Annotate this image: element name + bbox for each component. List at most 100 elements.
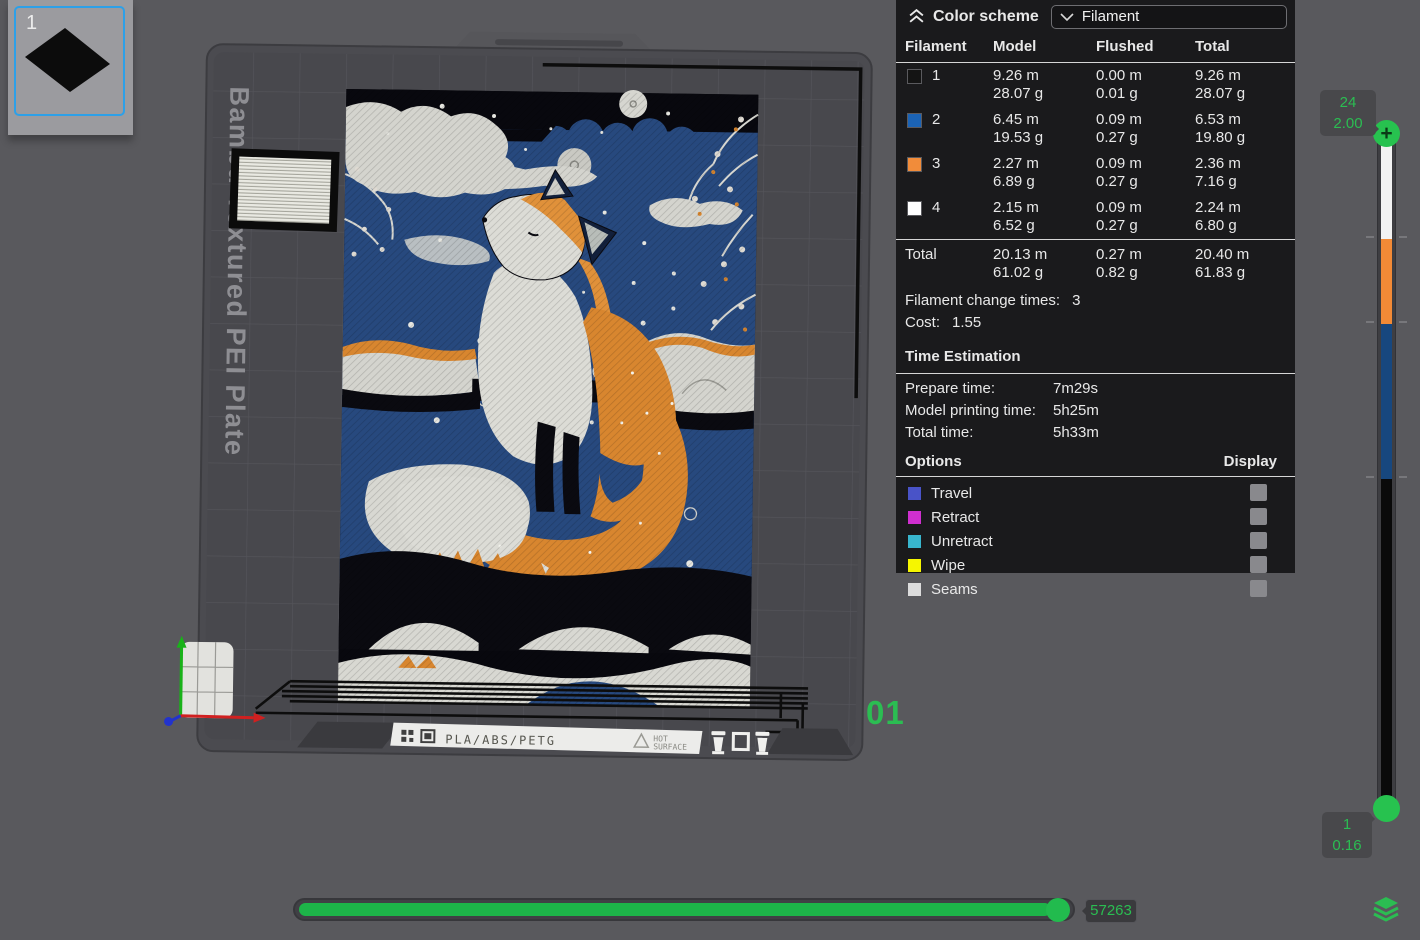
flushed-length: 0.00 m: [1096, 67, 1195, 85]
filament-swatch: [907, 157, 922, 172]
table-row: 4 2.15 m6.52 g 0.09 m0.27 g 2.24 m6.80 g: [896, 195, 1295, 239]
hot-label-2: SURFACE: [653, 742, 687, 751]
flushed-weight: 0.27 g: [1096, 129, 1195, 147]
option-row-seams: Seams: [896, 577, 1295, 601]
total-length: 2.24 m: [1195, 199, 1295, 217]
options-title: Options: [905, 453, 962, 470]
model-length: 2.27 m: [993, 155, 1096, 173]
display-checkbox[interactable]: [1250, 508, 1267, 525]
total-length: 6.53 m: [1195, 111, 1295, 129]
table-total-row: Total 20.13 m61.02 g 0.27 m0.82 g 20.40 …: [896, 239, 1295, 286]
sliced-model-artwork: [338, 86, 759, 707]
total-weight: 19.80 g: [1195, 129, 1295, 147]
top-layer-height: 2.00: [1324, 113, 1372, 134]
flushed-weight: 0.82 g: [1096, 264, 1195, 282]
total-weight: 6.80 g: [1195, 217, 1295, 235]
move-slider-fill: [299, 903, 1051, 916]
filament-change-value: 3: [1072, 290, 1080, 312]
plate-thumbnail[interactable]: 1: [8, 0, 133, 135]
travel-swatch: [908, 487, 921, 500]
model-length: 6.45 m: [993, 111, 1096, 129]
display-checkbox[interactable]: [1250, 556, 1267, 573]
layer-slider-track[interactable]: [1377, 127, 1396, 815]
top-layer-number: 24: [1324, 92, 1372, 113]
move-slider-track[interactable]: [293, 898, 1075, 921]
filament-id: 3: [932, 155, 940, 173]
total-length: 2.36 m: [1195, 155, 1295, 173]
seams-swatch: [908, 583, 921, 596]
bottom-layer-tooltip: 1 0.16: [1322, 812, 1372, 858]
model-weight: 6.89 g: [993, 173, 1096, 191]
display-checkbox[interactable]: [1250, 484, 1267, 501]
view-mode-dropdown[interactable]: Filament: [1051, 5, 1287, 29]
option-row-unretract: Unretract: [896, 529, 1295, 553]
prime-tower: [233, 152, 335, 227]
option-row-retract: Retract: [896, 505, 1295, 529]
filament-table: Filament Model Flushed Total 1 9.26 m28.…: [896, 33, 1295, 286]
display-checkbox[interactable]: [1250, 532, 1267, 549]
total-weight: 61.83 g: [1195, 264, 1295, 282]
total-time-label: Total time:: [905, 422, 1053, 444]
move-value-box[interactable]: 57263: [1085, 899, 1137, 923]
plate-number-label: 01: [866, 694, 905, 732]
plate-thumbnail-number: 1: [26, 12, 37, 35]
model-length: 20.13 m: [993, 246, 1096, 264]
filament-swatch: [907, 69, 922, 84]
flushed-weight: 0.01 g: [1096, 85, 1195, 103]
top-layer-tooltip: 24 2.00: [1320, 90, 1376, 136]
total-time-value: 5h33m: [1053, 422, 1295, 444]
model-weight: 19.53 g: [993, 129, 1096, 147]
model-weight: 61.02 g: [993, 264, 1096, 282]
model-length: 9.26 m: [993, 67, 1096, 85]
flushed-weight: 0.27 g: [1096, 173, 1195, 191]
color-scheme-panel: Color scheme Filament Filament Model Flu…: [896, 0, 1295, 573]
table-row: 2 6.45 m19.53 g 0.09 m0.27 g 6.53 m19.80…: [896, 107, 1295, 151]
surface-material-label: PLA/ABS/PETG: [445, 732, 556, 748]
display-checkbox[interactable]: [1250, 580, 1267, 597]
bottom-layer-height: 0.16: [1326, 835, 1368, 856]
dropdown-chevron-icon: [1060, 12, 1074, 22]
bottom-layer-number: 1: [1326, 814, 1368, 835]
model-printing-time-label: Model printing time:: [905, 400, 1053, 422]
total-length: 9.26 m: [1195, 67, 1295, 85]
seams-label: Seams: [931, 581, 978, 598]
option-row-travel: Travel: [896, 481, 1295, 505]
travel-label: Travel: [931, 485, 972, 502]
filament-change-label: Filament change times:: [905, 290, 1060, 312]
prepare-time-label: Prepare time:: [905, 378, 1053, 400]
filament-id: 2: [932, 111, 940, 129]
col-header-total: Total: [1195, 38, 1295, 56]
unretract-swatch: [908, 535, 921, 548]
cost-label: Cost:: [905, 312, 940, 334]
flushed-length: 0.09 m: [1096, 155, 1195, 173]
col-header-flushed: Flushed: [1096, 38, 1195, 56]
collapse-icon[interactable]: [908, 9, 925, 24]
build-plate: Bambu Textured PEI Plate: [164, 28, 873, 761]
filament-id: 1: [932, 67, 940, 85]
display-header: Display: [1224, 453, 1277, 470]
total-weight: 28.07 g: [1195, 85, 1295, 103]
panel-title: Color scheme: [933, 8, 1039, 26]
col-header-model: Model: [993, 38, 1096, 56]
table-row: 3 2.27 m6.89 g 0.09 m0.27 g 2.36 m7.16 g: [896, 151, 1295, 195]
retract-swatch: [908, 511, 921, 524]
calibration-pad: [180, 642, 234, 719]
filament-swatch: [907, 113, 922, 128]
table-row: 1 9.26 m28.07 g 0.00 m0.01 g 9.26 m28.07…: [896, 63, 1295, 107]
wipe-label: Wipe: [931, 557, 965, 574]
move-slider-handle[interactable]: [1046, 898, 1070, 922]
filament-id: 4: [932, 199, 940, 217]
layers-icon[interactable]: [1371, 894, 1401, 924]
total-label: Total: [905, 246, 993, 282]
prepare-time-value: 7m29s: [1053, 378, 1295, 400]
flushed-length: 0.27 m: [1096, 246, 1195, 264]
retract-label: Retract: [931, 509, 979, 526]
dropdown-value: Filament: [1082, 8, 1140, 25]
total-weight: 7.16 g: [1195, 173, 1295, 191]
model-weight: 28.07 g: [993, 85, 1096, 103]
model-length: 2.15 m: [993, 199, 1096, 217]
wipe-swatch: [908, 559, 921, 572]
plate-name-label: Bambu Textured PEI Plate: [219, 86, 254, 456]
filament-swatch: [907, 201, 922, 216]
time-estimation-title: Time Estimation: [896, 338, 1295, 374]
